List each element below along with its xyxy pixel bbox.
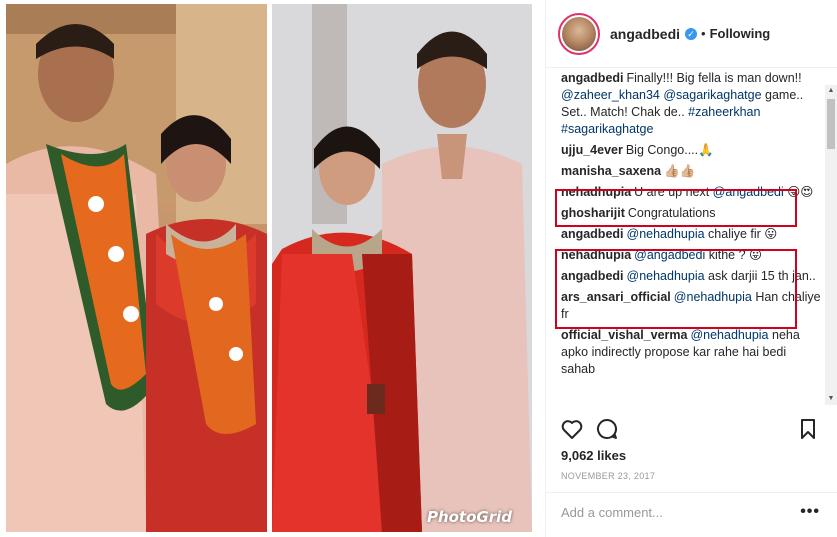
comments-list[interactable]: angadbedi Finally!!! Big fella is man dow… xyxy=(546,70,829,410)
add-comment-bar: ••• xyxy=(546,492,837,537)
comment-item: manisha_saxena 👍🏼👍🏼 xyxy=(561,163,821,180)
comment-item: ujju_4ever Big Congo....🙏 xyxy=(561,142,821,159)
wedding-photo-right: PhotoGrid xyxy=(272,4,532,532)
comment-username[interactable]: ujju_4ever xyxy=(561,143,623,157)
likes-count[interactable]: 9,062 likes xyxy=(561,448,626,463)
mention-link[interactable]: @sagarikaghatge xyxy=(663,88,761,102)
highlight-box-reply-thread xyxy=(555,249,797,329)
mention-link[interactable]: #zaheerkhan xyxy=(688,105,760,119)
following-button[interactable]: Following xyxy=(710,26,771,41)
mention-link[interactable]: @nehadhupia xyxy=(690,328,768,342)
post-header: angadbedi ✓ • Following xyxy=(546,0,837,68)
comment-icon[interactable] xyxy=(595,417,619,441)
comment-username[interactable]: official_vishal_verma xyxy=(561,328,687,342)
comment-text: 👍🏼👍🏼 xyxy=(664,164,696,178)
post-date: NOVEMBER 23, 2017 xyxy=(561,471,656,481)
bookmark-icon[interactable] xyxy=(796,417,820,441)
highlight-box-nehadhupia-comment xyxy=(555,189,797,227)
comment-item: angadbedi Finally!!! Big fella is man dow… xyxy=(561,70,821,138)
comment-text: Finally!!! Big fella is man down!! xyxy=(626,71,802,85)
avatar[interactable] xyxy=(558,12,600,55)
scroll-thumb[interactable] xyxy=(827,99,835,149)
add-comment-input[interactable] xyxy=(561,505,791,520)
heart-icon[interactable] xyxy=(560,417,584,441)
mention-link[interactable]: @nehadhupia xyxy=(627,227,705,241)
more-options-icon[interactable]: ••• xyxy=(800,503,820,521)
comments-scrollbar[interactable]: ▲ ▼ xyxy=(825,85,837,405)
scroll-up-icon[interactable]: ▲ xyxy=(825,85,837,97)
post-author-username[interactable]: angadbedi xyxy=(610,26,680,42)
comment-text: Big Congo....🙏 xyxy=(625,143,714,157)
wedding-photo-left xyxy=(6,4,267,532)
scroll-down-icon[interactable]: ▼ xyxy=(825,393,837,405)
mention-link[interactable]: #sagarikaghatge xyxy=(561,122,653,136)
mention-link[interactable]: @zaheer_khan34 xyxy=(561,88,660,102)
post-sidebar: angadbedi ✓ • Following angadbedi Finally… xyxy=(545,0,837,537)
comment-item: official_vishal_verma @nehadhupia neha ap… xyxy=(561,327,821,378)
photogrid-watermark: PhotoGrid xyxy=(426,508,512,526)
post-image[interactable]: PhotoGrid xyxy=(0,0,540,537)
comment-text: chaliye fir 😛 xyxy=(704,227,778,241)
comment-username[interactable]: angadbedi xyxy=(561,227,624,241)
verified-badge-icon: ✓ xyxy=(685,27,698,40)
comment-username[interactable]: angadbedi xyxy=(561,71,624,85)
post-actions xyxy=(546,415,837,445)
header-separator: • xyxy=(701,26,706,41)
comment-username[interactable]: manisha_saxena xyxy=(561,164,661,178)
comment-item: angadbedi @nehadhupia chaliye fir 😛 xyxy=(561,226,821,243)
